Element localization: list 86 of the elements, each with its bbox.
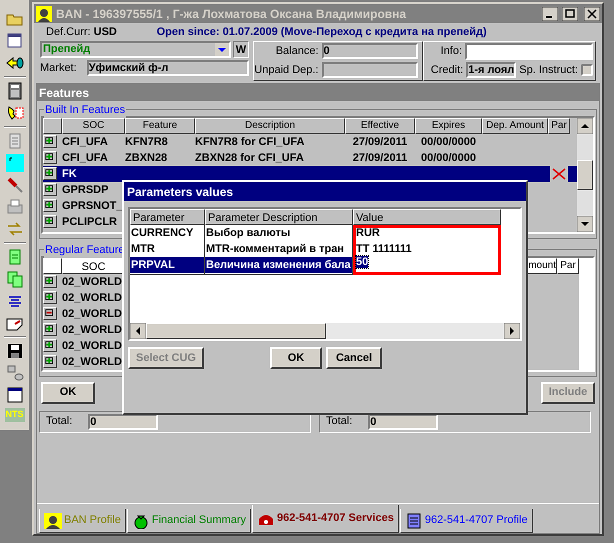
table-row[interactable]: CURRENCY Выбор валюты RUR bbox=[130, 225, 501, 241]
checkbox[interactable] bbox=[581, 64, 593, 76]
table-cell-text: 00/00/0000 bbox=[420, 151, 478, 165]
table-cell-text: CFI_UFA bbox=[62, 135, 109, 149]
label: Total: bbox=[326, 414, 352, 430]
minimize-icon[interactable] bbox=[542, 6, 558, 20]
table-cell-text: 02_WORLD bbox=[62, 306, 123, 322]
table-row[interactable]: MTR MTR-комментарий в тран TT 1111111 bbox=[130, 241, 501, 257]
button[interactable]: Cancel bbox=[326, 347, 382, 369]
column-header: SOC bbox=[62, 118, 125, 134]
credit-field: 1-я лоял bbox=[466, 62, 516, 78]
label: Total: bbox=[46, 414, 72, 430]
market-field: Уфимский ф-л bbox=[86, 60, 249, 76]
printer-icon[interactable] bbox=[6, 198, 24, 216]
table-cell-text: ZBXN28 for CFI_UFA bbox=[195, 151, 305, 165]
table-corner bbox=[43, 118, 62, 134]
flag-field: W bbox=[232, 41, 249, 58]
column-header: Value bbox=[353, 209, 501, 225]
screwdriver-icon[interactable] bbox=[6, 176, 24, 194]
scroll-down-icon[interactable] bbox=[577, 216, 593, 232]
column-header: Parameter Description bbox=[205, 209, 353, 225]
section-header: Features bbox=[37, 84, 599, 100]
column-header: Feature bbox=[125, 118, 195, 134]
table-cell-text: GPRSNOT_ bbox=[62, 199, 124, 213]
table-cell-text: 02_WORLD bbox=[62, 338, 123, 354]
table-cell: Величина изменения бала bbox=[205, 257, 353, 274]
copy-icon[interactable] bbox=[6, 270, 24, 288]
button[interactable]: OK bbox=[270, 347, 322, 369]
maximize-icon[interactable] bbox=[562, 6, 578, 20]
table-cell-text: 02_WORLD bbox=[62, 354, 123, 370]
table-cell-text: 02_WORLD bbox=[62, 290, 123, 306]
scroll-up-icon[interactable] bbox=[577, 118, 593, 134]
table-cell: PRPVAL bbox=[130, 257, 205, 274]
dialog-title: Parameters values bbox=[124, 182, 526, 201]
info-field[interactable] bbox=[465, 43, 593, 60]
table-cell-text: 02_WORLD bbox=[62, 322, 123, 338]
table-cell-text: PCLIPCLR bbox=[62, 215, 118, 229]
money-bag-icon bbox=[132, 512, 150, 528]
tab[interactable]: 962-541-4707 Profile bbox=[400, 509, 533, 533]
open-since-text: Open since: 01.07.2009 (Move-Переход с кредита на препейд) bbox=[156, 25, 487, 40]
window-icon[interactable] bbox=[6, 386, 24, 404]
label: Def.Curr: bbox=[46, 25, 91, 40]
column-header: Effective bbox=[345, 118, 415, 134]
column-header: Par bbox=[557, 258, 579, 274]
table-cell-text: FK bbox=[62, 167, 78, 181]
notebook-icon bbox=[404, 512, 423, 528]
table-cell-text: ZBXN28 bbox=[125, 151, 168, 165]
total-field: 0 bbox=[88, 414, 158, 430]
column-header: Dep. Amount bbox=[482, 118, 548, 134]
table-cell-text: GPRSDP bbox=[62, 183, 110, 197]
table-cell-text: CFI_UFA bbox=[62, 151, 109, 165]
label: Credit: bbox=[430, 63, 464, 78]
tab[interactable]: 962-541-4707 Services bbox=[252, 505, 399, 533]
label: Market: bbox=[40, 61, 77, 76]
value-field[interactable]: 50 bbox=[353, 257, 501, 274]
column-header: Expires bbox=[415, 118, 482, 134]
table-cell-text: 00/00/0000 bbox=[420, 135, 478, 149]
label: Sp. Instruct: bbox=[519, 63, 578, 78]
scroll-right-icon[interactable] bbox=[504, 323, 520, 339]
window-title: BAN - 196397555/1 , Г-жа Лохматова Оксана Владимировна bbox=[56, 6, 408, 22]
scroll-left-icon[interactable] bbox=[130, 323, 146, 339]
table-cell-text: 27/09/2011 bbox=[352, 135, 408, 149]
table-cell-text: 27/09/2011 bbox=[352, 151, 408, 165]
column-header: Parameter bbox=[130, 209, 205, 225]
person-icon bbox=[36, 6, 52, 22]
person-icon bbox=[44, 512, 62, 528]
value: USD bbox=[94, 25, 118, 40]
balance-field: 0 bbox=[322, 43, 418, 60]
column-header: Par bbox=[548, 118, 570, 134]
scrollbar[interactable] bbox=[577, 118, 593, 232]
table-cell-text: KFN7R8 bbox=[125, 135, 169, 149]
label: Unpaid Dep.: bbox=[254, 62, 318, 78]
close-icon[interactable] bbox=[584, 6, 600, 20]
label: Balance: bbox=[276, 44, 318, 59]
window-icon[interactable] bbox=[6, 32, 24, 50]
column-header: Description bbox=[195, 118, 345, 134]
arrow-icon[interactable] bbox=[6, 54, 24, 72]
table-cell-text: KFN7R8 for CFI_UFA bbox=[195, 135, 306, 149]
calculator-icon[interactable] bbox=[6, 82, 24, 100]
table-row[interactable]: PRPVAL Величина изменения бала 50 bbox=[130, 257, 501, 273]
table-cell-text: 02_WORLD bbox=[62, 274, 123, 290]
scrollbar[interactable] bbox=[130, 323, 520, 339]
button[interactable]: OK bbox=[41, 382, 95, 404]
database-icon[interactable] bbox=[6, 364, 24, 382]
scroll-thumb[interactable] bbox=[577, 160, 593, 190]
label: Info: bbox=[440, 44, 462, 60]
